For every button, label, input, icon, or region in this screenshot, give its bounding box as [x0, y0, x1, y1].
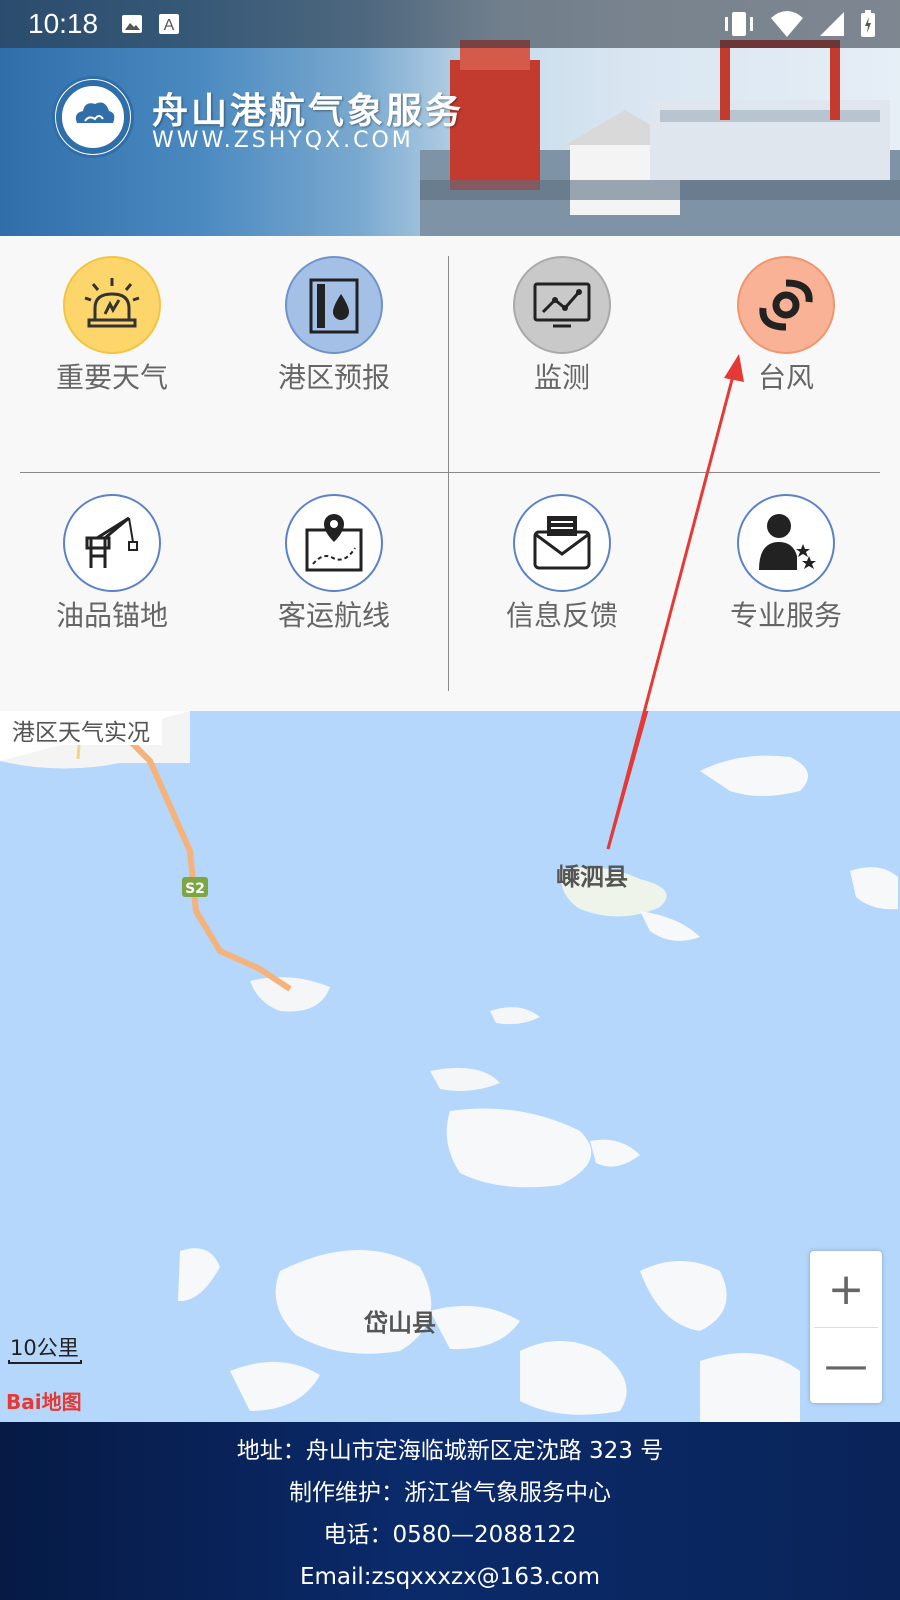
- banner-title: 舟山港航气象服务: [152, 91, 465, 132]
- footer: 地址：舟山市定海临城新区定沈路 323 号 制作维护：浙江省气象服务中心 电话：…: [0, 1422, 900, 1600]
- monitor-chart-icon-wrap: [513, 256, 611, 354]
- menu-item-feedback[interactable]: 信息反馈: [472, 494, 652, 634]
- font-icon: A: [159, 14, 179, 34]
- baidu-logo: Bai地图: [6, 1390, 82, 1414]
- image-icon: [122, 15, 142, 33]
- zoom-in-button[interactable]: +: [810, 1251, 882, 1327]
- menu-item-important-weather[interactable]: 重要天气: [22, 256, 202, 396]
- menu-item-professional-service[interactable]: 专业服务: [696, 494, 876, 634]
- battery-icon: [861, 10, 875, 37]
- mail-tray-icon: [533, 516, 591, 570]
- status-bar: 10:18 A: [0, 0, 900, 48]
- menu-label: 台风: [757, 361, 814, 394]
- menu-label: 油品锚地: [55, 599, 168, 632]
- map-scale-label: 10公里: [10, 1336, 79, 1360]
- zoom-out-button[interactable]: —: [810, 1327, 882, 1403]
- expert-star-icon-wrap: [737, 494, 835, 592]
- document-drop-icon: [309, 278, 359, 334]
- banner-url: WWW.ZSHYQX.COM: [152, 128, 414, 153]
- footer-phone: 电话：0580—2088122: [323, 1522, 577, 1548]
- menu-divider-vertical: [448, 256, 449, 691]
- vibrate-icon: [725, 12, 753, 36]
- alarm-icon-wrap: [63, 256, 161, 354]
- menu-item-typhoon[interactable]: 台风: [696, 256, 876, 396]
- menu-label: 重要天气: [55, 361, 168, 394]
- typhoon-icon: [759, 279, 813, 331]
- map-label-daishan: 岱山县: [364, 1309, 436, 1337]
- status-time: 10:18: [28, 8, 99, 39]
- map-title-tag: 港区天气实况: [0, 711, 162, 746]
- service-menu: 重要天气 港区预报 监测 台风 油品锚地 客运航线 信息反馈 专业服务: [0, 236, 900, 711]
- footer-email[interactable]: Email:zsqxxxzx@163.com: [0, 1556, 900, 1598]
- menu-label: 信息反馈: [505, 599, 618, 632]
- map-label-shengsi: 嵊泗县: [556, 863, 628, 891]
- map-canvas[interactable]: S2: [0, 711, 900, 1422]
- logo: [52, 76, 134, 158]
- menu-item-passenger-route[interactable]: 客运航线: [244, 494, 424, 634]
- cloud-logo-icon: [56, 80, 130, 154]
- menu-divider-horizontal: [20, 472, 880, 473]
- mail-tray-icon-wrap: [513, 494, 611, 592]
- zoom-divider: [814, 1327, 878, 1328]
- expert-star-icon: [759, 514, 816, 570]
- menu-item-port-forecast[interactable]: 港区预报: [244, 256, 424, 396]
- menu-label: 监测: [533, 361, 590, 394]
- crane-icon-wrap: [63, 494, 161, 592]
- wifi-icon: [771, 11, 803, 37]
- menu-item-monitoring[interactable]: 监测: [472, 256, 652, 396]
- menu-label: 专业服务: [729, 599, 842, 632]
- svg-text:A: A: [164, 17, 175, 34]
- document-drop-icon-wrap: [285, 256, 383, 354]
- monitor-chart-icon: [533, 282, 591, 328]
- typhoon-icon-wrap: [737, 256, 835, 354]
- footer-maintainer: 制作维护：浙江省气象服务中心: [289, 1480, 611, 1506]
- crane-icon: [85, 516, 138, 568]
- menu-item-oil-anchorage[interactable]: 油品锚地: [22, 494, 202, 634]
- alarm-icon: [84, 278, 140, 328]
- map-scale-bar: [8, 1360, 82, 1364]
- menu-label: 客运航线: [277, 599, 390, 632]
- zoom-control: + —: [810, 1251, 882, 1403]
- footer-address: 地址：舟山市定海临城新区定沈路 323 号: [236, 1438, 664, 1464]
- menu-label: 港区预报: [277, 361, 390, 394]
- route-map-icon-wrap: [285, 494, 383, 592]
- signal-icon: [820, 12, 844, 36]
- route-map-icon: [305, 514, 363, 572]
- port-weather-map[interactable]: S2 港区天气实况 嵊泗县 岱山县 + — 10公里 Bai地图: [0, 711, 900, 1422]
- road-badge: S2: [185, 881, 205, 897]
- header-banner: 10:18 A 舟山港航气象服务 WWW.ZSHYQX.COM: [0, 0, 900, 236]
